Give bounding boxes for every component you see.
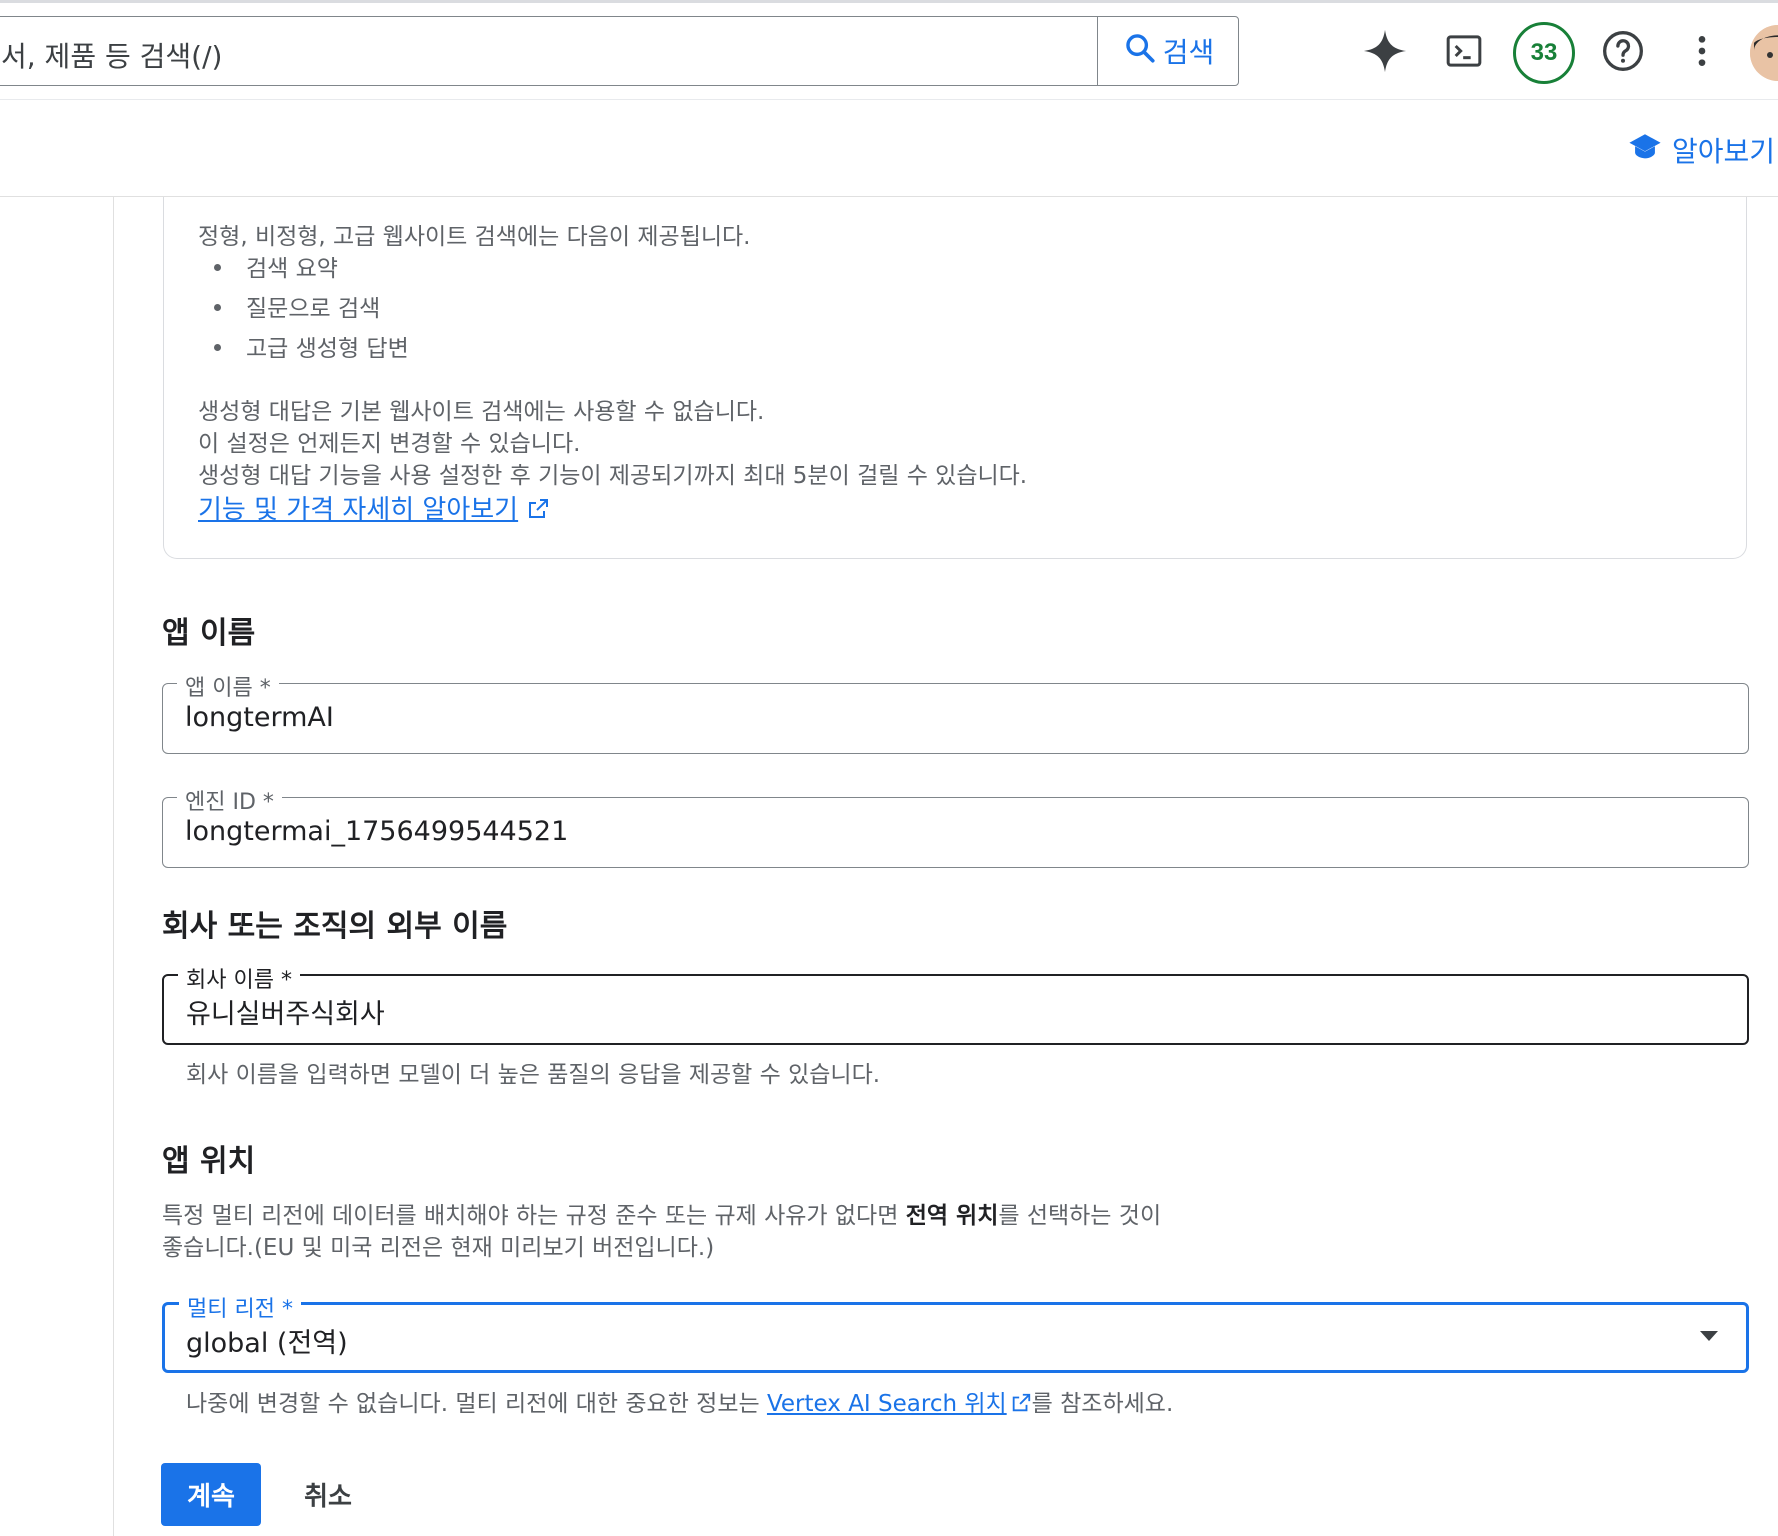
info-note: 생성형 대답 기능을 사용 설정한 후 기능이 제공되기까지 최대 5분이 걸릴…: [198, 463, 1028, 489]
multi-region-hint-text: 를 참조하세요.: [1031, 1391, 1174, 1417]
bullet-item: 검색 요약: [246, 256, 338, 282]
multi-region-select[interactable]: 멀티 리전 * global (전역): [162, 1291, 1749, 1373]
open-in-new-icon: [1007, 1391, 1032, 1417]
arrow-drop-down-icon[interactable]: [1700, 1331, 1718, 1341]
location-description: 특정 멀티 리전에 데이터를 배치해야 하는 규정 준수 또는 규제 사유가 없…: [162, 1196, 1161, 1230]
pricing-link-label[interactable]: 기능 및 가격 자세히 알아보기: [198, 495, 518, 525]
multi-region-hint-text: 나중에 변경할 수 없습니다. 멀티 리전에 대한 중요한 정보는: [186, 1391, 767, 1417]
multi-region-hint: 나중에 변경할 수 없습니다. 멀티 리전에 대한 중요한 정보는 Vertex…: [186, 1384, 1173, 1418]
app-name-input[interactable]: longtermAI: [185, 702, 1685, 733]
app-name-label: 앱 이름 *: [177, 670, 279, 702]
company-heading: 회사 또는 조직의 외부 이름: [162, 909, 508, 944]
avatar[interactable]: [1750, 25, 1778, 81]
info-note: 이 설정은 언제든지 변경할 수 있습니다.: [198, 431, 581, 457]
cloud-shell-terminal-icon[interactable]: [1434, 21, 1494, 81]
company-name-hint: 회사 이름을 입력하면 모델이 더 높은 품질의 응답을 제공할 수 있습니다.: [186, 1062, 881, 1088]
app-name-heading: 앱 이름: [162, 616, 256, 651]
continue-button[interactable]: 계속: [161, 1463, 261, 1526]
bullet-item: 고급 생성형 답변: [246, 336, 409, 362]
learn-button[interactable]: 알아보기: [1628, 130, 1775, 170]
info-intro: 정형, 비정형, 고급 웹사이트 검색에는 다음이 제공됩니다.: [198, 224, 751, 250]
pricing-link[interactable]: 기능 및 가격 자세히 알아보기: [198, 489, 550, 526]
bullet: [214, 344, 221, 351]
help-icon[interactable]: [1593, 21, 1653, 81]
info-note: 생성형 대답은 기본 웹사이트 검색에는 사용할 수 없습니다.: [198, 399, 765, 425]
bullet-item: 질문으로 검색: [246, 296, 381, 322]
vertex-ai-search-location-link[interactable]: Vertex AI Search 위치: [767, 1391, 1007, 1417]
multi-region-label: 멀티 리전 *: [179, 1291, 301, 1323]
open-in-new-icon: [526, 495, 550, 525]
bullet: [214, 264, 221, 271]
search-input[interactable]: 서, 제품 등 검색(/): [1, 35, 222, 75]
app-name-field[interactable]: 앱 이름 * longtermAI: [162, 670, 1749, 754]
search-icon: [1123, 31, 1157, 72]
company-name-label: 회사 이름 *: [178, 962, 300, 994]
app-location-heading: 앱 위치: [162, 1144, 256, 1179]
engine-id-field[interactable]: 엔진 ID * longtermai_1756499544521: [162, 784, 1749, 868]
search-button[interactable]: 검색: [1097, 17, 1239, 85]
location-desc-bold: 전역 위치: [905, 1203, 999, 1229]
cancel-button[interactable]: 취소: [298, 1463, 358, 1526]
location-desc-text: 특정 멀티 리전에 데이터를 배치해야 하는 규정 준수 또는 규제 사유가 없…: [162, 1203, 906, 1229]
top-header: 서, 제품 등 검색(/) 검색 33: [0, 3, 1778, 100]
sub-header: 알아보기: [0, 100, 1778, 197]
company-name-field[interactable]: 회사 이름 * 유니실버주식회사: [162, 962, 1749, 1045]
more-vert-icon[interactable]: [1672, 21, 1732, 81]
search-bar[interactable]: 서, 제품 등 검색(/) 검색: [0, 16, 1239, 86]
left-rail-divider: [113, 197, 114, 1536]
company-name-input[interactable]: 유니실버주식회사: [186, 992, 1686, 1031]
engine-id-label: 엔진 ID *: [177, 784, 282, 816]
location-desc-text: 를 선택하는 것이: [998, 1203, 1162, 1229]
multi-region-value[interactable]: global (전역): [186, 1321, 1686, 1360]
notifications-badge[interactable]: 33: [1513, 22, 1575, 84]
engine-id-input[interactable]: longtermai_1756499544521: [185, 816, 1685, 847]
school-icon: [1628, 132, 1662, 169]
learn-label: 알아보기: [1672, 135, 1776, 168]
generative-info-card: 정형, 비정형, 고급 웹사이트 검색에는 다음이 제공됩니다. 검색 요약 질…: [163, 197, 1747, 559]
location-description-line2: 좋습니다.(EU 및 미국 리전은 현재 미리보기 버전입니다.): [162, 1235, 715, 1261]
search-button-label: 검색: [1162, 36, 1215, 69]
gemini-sparkle-icon[interactable]: [1355, 21, 1415, 81]
bullet: [214, 304, 221, 311]
